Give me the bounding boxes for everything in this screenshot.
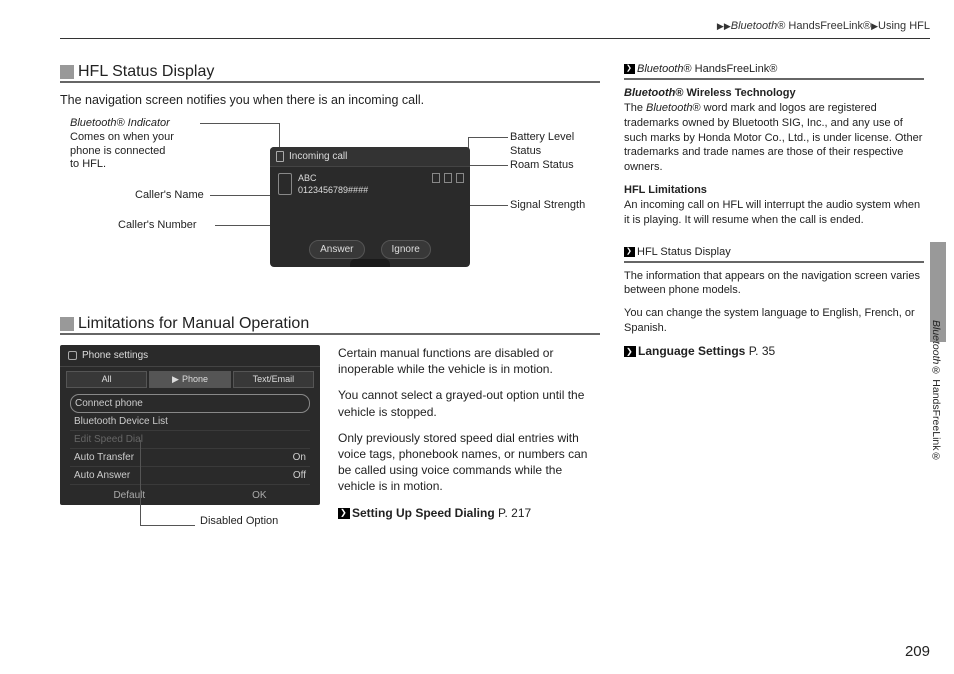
tab-phone: ▶Phone xyxy=(149,371,230,388)
sidebar-hfl-limitations: HFL Limitations An incoming call on HFL … xyxy=(624,183,924,228)
tab-text-email: Text/Email xyxy=(233,371,314,388)
roam-icon xyxy=(444,173,452,183)
phone-settings-title: Phone settings xyxy=(82,350,148,361)
page-number: 209 xyxy=(905,643,930,660)
list-item-bluetooth-device-list: Bluetooth Device List xyxy=(70,413,310,431)
gear-icon xyxy=(68,351,77,360)
sidebar-status-body-1: The information that appears on the navi… xyxy=(624,269,924,299)
sidebar-wireless-tech: Bluetooth® Wireless Technology The Bluet… xyxy=(624,86,924,175)
limitations-paragraph-2: You cannot select a grayed-out option un… xyxy=(338,387,600,419)
caller-name-value: ABC xyxy=(298,173,368,185)
callout-caller-name: Caller's Name xyxy=(135,189,204,203)
caller-number-value: 0123456789#### xyxy=(298,185,368,197)
phone-icon xyxy=(276,151,284,162)
battery-icon xyxy=(456,173,464,183)
incoming-call-label: Incoming call xyxy=(289,151,347,162)
list-item-connect-phone: Connect phone xyxy=(70,394,310,413)
header-rule xyxy=(60,38,930,39)
sidebar-heading-hfl-status: ❯HFL Status Display xyxy=(624,246,924,263)
section1-intro: The navigation screen notifies you when … xyxy=(60,93,600,107)
limitations-paragraph-1: Certain manual functions are disabled or… xyxy=(338,345,600,377)
tab-all: All xyxy=(66,371,147,388)
incoming-call-screen: Incoming call ABC 0123456789#### xyxy=(270,147,470,267)
callout-caller-number: Caller's Number xyxy=(118,219,197,233)
ignore-button: Ignore xyxy=(381,240,431,259)
callout-signal: Signal Strength xyxy=(510,199,585,213)
list-item-auto-transfer: Auto TransferOn xyxy=(70,449,310,467)
list-item-edit-speed-dial: Edit Speed Dial xyxy=(70,431,310,449)
callout-bluetooth-indicator: Bluetooth® Indicator Comes on when your … xyxy=(70,117,174,172)
breadcrumb: ▶▶Bluetooth® HandsFreeLink®▶Using HFL xyxy=(60,20,930,38)
ref-speed-dialing: ❯Setting Up Speed Dialing P. 217 xyxy=(338,505,600,521)
answer-button: Answer xyxy=(309,240,364,259)
hfl-status-diagram: Bluetooth® Indicator Comes on when your … xyxy=(60,117,600,297)
phone-settings-diagram: Phone settings All ▶Phone Text/Email Con… xyxy=(60,345,320,527)
sidebar-heading-bluetooth-hfl: ❯Bluetooth® HandsFreeLink® xyxy=(624,63,924,80)
handset-icon xyxy=(278,173,292,195)
callout-roam: Roam Status xyxy=(510,159,574,173)
list-item-auto-answer: Auto AnswerOff xyxy=(70,467,310,485)
side-section-label: Bluetooth® HandsFreeLink® xyxy=(930,320,942,463)
section-heading-hfl-status: HFL Status Display xyxy=(60,63,600,83)
ok-button: OK xyxy=(252,490,266,501)
sidebar-status-body-2: You can change the system language to En… xyxy=(624,306,924,336)
callout-battery: Battery Level Status xyxy=(510,131,600,159)
ref-language-settings: ❯Language Settings P. 35 xyxy=(624,344,924,358)
callout-disabled-option: Disabled Option xyxy=(200,515,320,527)
section-heading-limitations: Limitations for Manual Operation xyxy=(60,315,600,335)
signal-icon xyxy=(432,173,440,183)
limitations-paragraph-3: Only previously stored speed dial entrie… xyxy=(338,430,600,495)
